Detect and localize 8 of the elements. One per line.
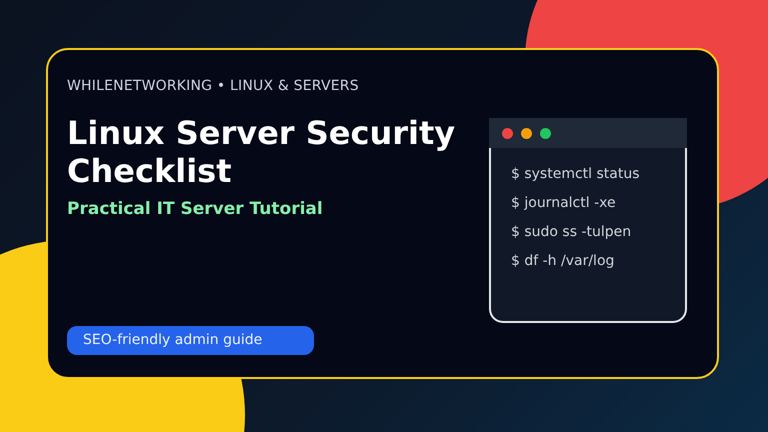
command-line: $ sudo ss -tulpen xyxy=(511,223,632,242)
title: Linux Server Security Checklist xyxy=(67,114,456,190)
subtitle: Practical IT Server Tutorial xyxy=(67,198,324,220)
eyebrow-text: WHILENETWORKING • LINUX & SERVERS xyxy=(67,77,360,96)
command-line: $ df -h /var/log xyxy=(511,252,616,271)
tag-badge: SEO-friendly admin guide xyxy=(67,326,314,355)
command-line: $ journalctl -xe xyxy=(511,194,617,213)
command-line: $ systemctl status xyxy=(511,165,641,184)
